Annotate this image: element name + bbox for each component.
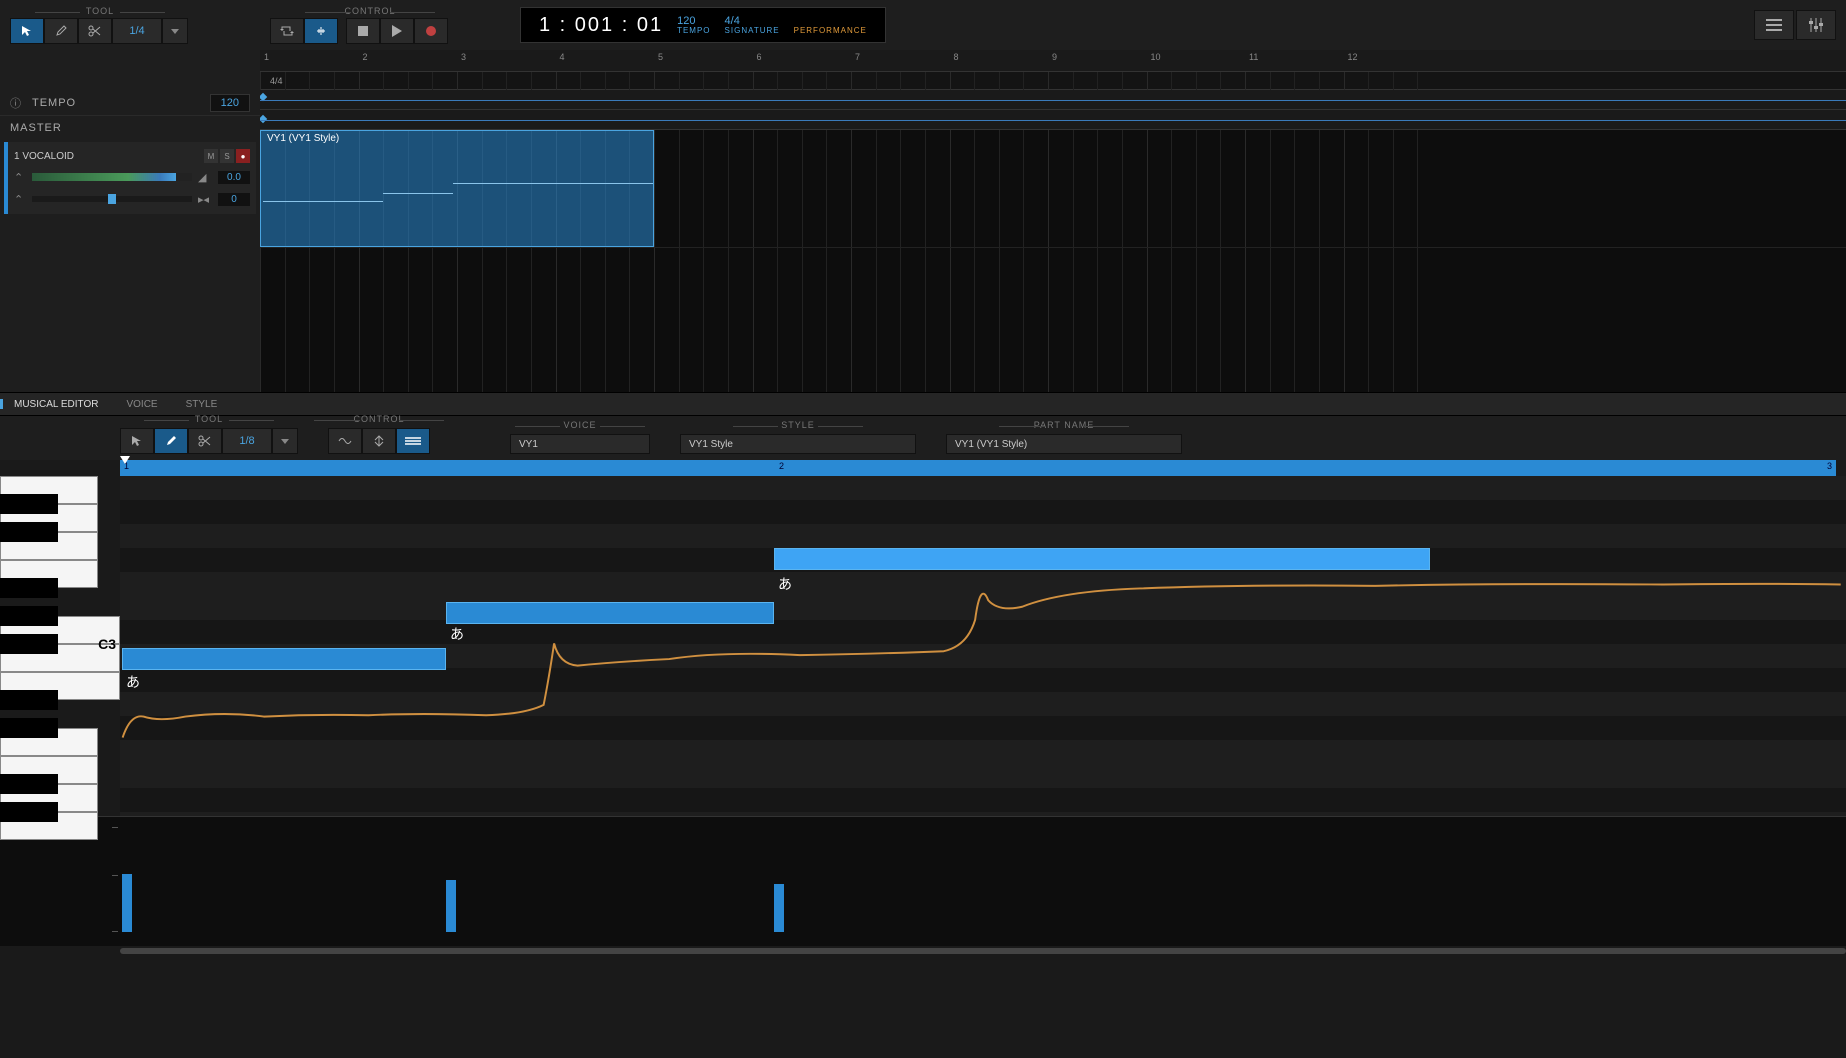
velocity-bar[interactable] [122,874,132,932]
pan-slider[interactable] [32,196,192,202]
transport-display: 1 : 001 : 01 120 TEMPO 4/4 SIGNATURE PER… [520,7,886,43]
quantize-dropdown-button[interactable] [162,18,188,44]
tempo-display[interactable]: 120 TEMPO [677,15,710,36]
note-lyric: あ [126,672,140,692]
editor-tabs: MUSICAL EDITOR VOICE STYLE [0,392,1846,416]
mixer-button[interactable] [1796,10,1836,40]
horizontal-scrollbar[interactable] [120,946,1846,956]
record-button[interactable] [414,18,448,44]
style-field[interactable]: VY1 Style [680,434,916,454]
timesig-lane[interactable]: 4/4 [260,72,1846,90]
dynamics-tool[interactable] [396,428,430,454]
voice-field[interactable]: VY1 [510,434,650,454]
arrow-tool-button[interactable] [10,18,44,44]
quantize-value-button[interactable]: 1/4 [112,18,162,44]
clip-lane[interactable]: VY1 (VY1 Style) [260,130,1846,248]
volume-value[interactable]: 0.0 [218,171,250,184]
master-lane[interactable] [260,110,1846,130]
track-list-panel: ⓘ TEMPO 120 MASTER 1 VOCALOID M S ● ⌃ ◢ … [0,50,260,392]
note-grid[interactable]: あ あ あ [120,476,1846,816]
performance-display[interactable]: PERFORMANCE [794,15,867,36]
key-label-c3: C3 [98,636,116,652]
editor-quantize-dropdown[interactable] [272,428,298,454]
bar-ruler[interactable]: 123456789101112 [260,50,1846,72]
solo-button[interactable]: S [220,149,234,163]
velocity-lane[interactable] [120,817,1846,946]
editor-arrow-tool[interactable] [120,428,154,454]
tempo-lane[interactable] [260,90,1846,110]
velocity-section: Velocity ⌄ [0,816,1846,946]
piano-roll: 123 C3 あ あ あ [0,460,1846,816]
note-lyric: あ [778,574,792,594]
arrangement-view[interactable]: 123456789101112 4/4 VY1 (VY1 Style) [260,50,1846,392]
note-lyric: あ [450,624,464,644]
velocity-bar[interactable] [774,884,784,932]
pan-value[interactable]: 0 [218,193,250,206]
track-item[interactable]: 1 VOCALOID M S ● ⌃ ◢ 0.0 ⌃ ▸◂ 0 [4,142,256,214]
tempo-value-field[interactable]: 120 [210,94,250,112]
tool-section-label: TOOL [10,6,190,18]
tab-style[interactable]: STYLE [172,393,232,415]
signature-display[interactable]: 4/4 SIGNATURE [725,15,780,36]
pitch-tool[interactable] [362,428,396,454]
stop-button[interactable] [346,18,380,44]
pan-icon: ▸◂ [198,193,212,206]
editor-scissors-tool[interactable] [188,428,222,454]
tab-voice[interactable]: VOICE [112,393,171,415]
note[interactable] [122,648,446,670]
tempo-row[interactable]: ⓘ TEMPO 120 [0,90,260,116]
info-icon: ⓘ [10,95,24,111]
audio-clip[interactable]: VY1 (VY1 Style) [260,130,654,247]
piano-keyboard[interactable]: C3 [0,476,120,816]
master-row[interactable]: MASTER [0,116,260,140]
tab-musical-editor[interactable]: MUSICAL EDITOR [0,393,112,415]
control-section-label: CONTROL [270,6,470,18]
track-name: 1 VOCALOID [14,151,74,162]
partname-field[interactable]: VY1 (VY1 Style) [946,434,1182,454]
top-toolbar: TOOL 1/4 CONTROL 1 : 001 : 01 120 TEMPO … [0,0,1846,50]
volume-meter[interactable] [32,173,192,181]
position-display[interactable]: 1 : 001 : 01 [539,14,663,37]
mute-button[interactable]: M [204,149,218,163]
list-view-button[interactable] [1754,10,1794,40]
expand-pan-icon[interactable]: ⌃ [14,193,26,206]
play-button[interactable] [380,18,414,44]
loop-button[interactable] [270,18,304,44]
note[interactable] [446,602,774,624]
track-record-button[interactable]: ● [236,149,250,163]
snap-button[interactable] [304,18,338,44]
piano-roll-ruler[interactable]: 123 [120,460,1836,476]
scissors-tool-button[interactable] [78,18,112,44]
volume-icon: ◢ [198,171,212,184]
master-marker-icon[interactable] [260,115,267,123]
pencil-tool-button[interactable] [44,18,78,44]
vibrato-tool[interactable] [328,428,362,454]
editor-quantize-button[interactable]: 1/8 [222,428,272,454]
playhead-icon[interactable] [120,456,130,464]
velocity-bar[interactable] [446,880,456,932]
tempo-marker-icon[interactable] [260,93,267,101]
note[interactable] [774,548,1430,570]
editor-pencil-tool[interactable] [154,428,188,454]
expand-volume-icon[interactable]: ⌃ [14,171,26,184]
editor-toolbar: TOOL 1/8 CONTROL VOICE VY1 STYLE VY1 Sty… [0,416,1846,460]
